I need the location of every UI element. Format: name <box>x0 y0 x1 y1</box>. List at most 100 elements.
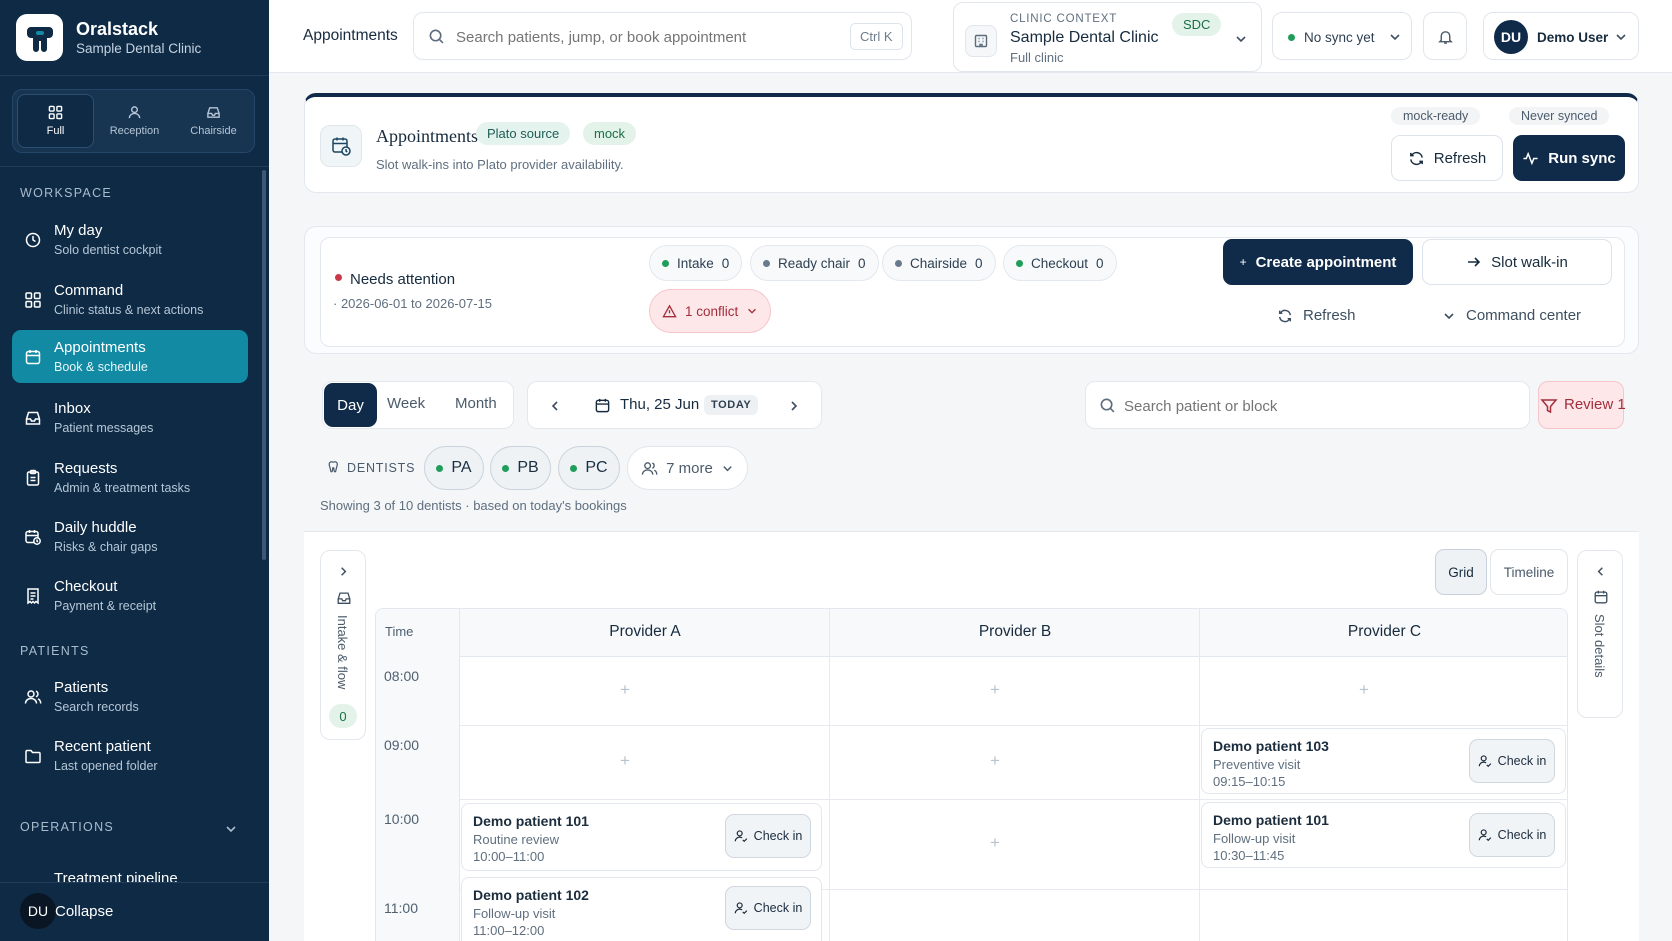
intake-flow-rail[interactable]: Intake & flow 0 <box>320 550 366 740</box>
clinic-context-selector[interactable]: CLINIC CONTEXT Sample Dental Clinic Full… <box>953 2 1262 72</box>
user-menu[interactable]: DU Demo User <box>1483 12 1639 60</box>
sidebar-item-checkout[interactable]: Checkout Payment & receipt <box>12 569 248 622</box>
appointment-patient: Demo patient 102 <box>473 887 589 903</box>
review-filter-button[interactable]: Review 1 <box>1538 381 1626 429</box>
view-day[interactable]: Day <box>324 383 377 427</box>
conflict-chip[interactable]: 1 conflict <box>649 289 772 333</box>
mode-chairside-label: Chairside <box>190 125 237 137</box>
appointment-card[interactable]: Demo patient 101 Routine review 10:00–11… <box>461 803 822 871</box>
needs-attention-panel: Needs attention · 2026-06-01 to 2026-07-… <box>304 226 1639 354</box>
mode-reception[interactable]: Reception <box>96 94 173 148</box>
dentist-chip-pc[interactable]: PC <box>558 446 620 490</box>
sidebar-item-title: My day <box>54 222 103 239</box>
calendar-search-input[interactable] <box>1124 394 1504 418</box>
slot-details-rail[interactable]: Slot details <box>1577 550 1623 718</box>
check-in-button[interactable]: Check in <box>725 814 811 858</box>
sidebar-item-patients[interactable]: Patients Search records <box>12 670 248 723</box>
command-center-toggle[interactable]: Command center <box>1442 307 1581 324</box>
stage-chip-intake[interactable]: Intake 0 <box>649 245 743 281</box>
users-icon <box>641 461 658 475</box>
chevron-right-icon[interactable] <box>787 399 801 413</box>
sidebar-item-requests[interactable]: Requests Admin & treatment tasks <box>12 451 248 504</box>
avatar[interactable]: DU <box>20 893 56 929</box>
run-sync-button[interactable]: Run sync <box>1513 135 1625 181</box>
stage-count: 0 <box>975 255 983 271</box>
global-search[interactable]: Ctrl K <box>413 12 912 60</box>
warning-icon <box>662 304 677 317</box>
collapse-button[interactable]: Collapse <box>55 903 113 920</box>
attention-refresh-button[interactable]: Refresh <box>1277 307 1356 324</box>
global-search-input[interactable] <box>456 25 836 49</box>
notifications-button[interactable] <box>1423 12 1467 60</box>
user-icon <box>128 106 141 119</box>
time-slot-label: 10:00 <box>384 811 420 827</box>
add-slot-icon[interactable]: + <box>620 680 630 700</box>
header-subtitle: Slot walk-ins into Plato provider availa… <box>376 157 624 172</box>
view-week[interactable]: Week <box>387 395 425 412</box>
sidebar-item-title: Checkout <box>54 578 118 595</box>
create-label: Create appointment <box>1255 253 1397 271</box>
add-slot-icon[interactable]: + <box>990 751 1000 771</box>
appointment-type: Follow-up visit <box>473 906 556 921</box>
section-operations[interactable]: OPERATIONS <box>20 820 114 834</box>
stage-chip-chairside[interactable]: Chairside 0 <box>882 245 996 281</box>
chevron-down-icon[interactable] <box>224 822 238 836</box>
sidebar-item-recent-patient[interactable]: Recent patient Last opened folder <box>12 729 248 782</box>
more-dentists-dropdown[interactable]: 7 more <box>627 446 748 490</box>
appointment-card[interactable]: Demo patient 101 Follow-up visit 10:30–1… <box>1201 802 1566 868</box>
stage-label: Checkout <box>1031 255 1089 271</box>
user-check-icon <box>1478 755 1491 768</box>
mock-badge: mock <box>583 122 637 145</box>
sidebar-item-daily-huddle[interactable]: Daily huddle Risks & chair gaps <box>12 510 248 563</box>
check-in-button[interactable]: Check in <box>1469 813 1555 857</box>
check-in-label: Check in <box>1497 754 1547 768</box>
slot-walkin-button[interactable]: Slot walk-in <box>1422 239 1612 285</box>
dentist-initials: PC <box>585 459 608 476</box>
appointment-time: 10:30–11:45 <box>1213 848 1285 863</box>
refresh-icon <box>1409 151 1423 165</box>
add-slot-icon[interactable]: + <box>990 833 1000 853</box>
sidebar-item-inbox[interactable]: Inbox Patient messages <box>12 391 248 444</box>
mode-chairside[interactable]: Chairside <box>175 94 252 148</box>
calendar-search[interactable] <box>1085 381 1530 429</box>
clinic-name: Sample Dental Clinic <box>76 41 202 56</box>
inbox-icon <box>25 411 41 425</box>
dentist-chip-pa[interactable]: PA <box>424 446 484 490</box>
current-date[interactable]: Thu, 25 Jun <box>620 396 699 413</box>
chevron-down-icon <box>1616 34 1626 41</box>
context-badge: SDC <box>1172 13 1222 36</box>
add-slot-icon[interactable]: + <box>620 751 630 771</box>
date-navigator: Thu, 25 Jun TODAY <box>527 381 822 429</box>
sidebar-item-my-day[interactable]: My day Solo dentist cockpit <box>12 213 248 266</box>
appointment-card[interactable]: Demo patient 102 Follow-up visit 11:00–1… <box>461 877 822 941</box>
users-icon <box>24 690 42 704</box>
appointment-type: Routine review <box>473 832 559 847</box>
stage-count: 0 <box>858 255 866 271</box>
appointment-patient: Demo patient 103 <box>1213 738 1329 754</box>
attention-range: · 2026-06-01 to 2026-07-15 <box>333 296 493 311</box>
dentist-chip-pb[interactable]: PB <box>490 446 551 490</box>
add-slot-icon[interactable]: + <box>990 680 1000 700</box>
sidebar-item-appointments[interactable]: Appointments Book & schedule <box>12 330 248 383</box>
grid-view-toggle[interactable]: Grid <box>1435 549 1487 595</box>
create-appointment-button[interactable]: + Create appointment <box>1223 239 1413 285</box>
sidebar-item-command[interactable]: Command Clinic status & next actions <box>12 273 248 326</box>
context-label: CLINIC CONTEXT <box>1010 13 1118 25</box>
stage-chip-checkout[interactable]: Checkout 0 <box>1003 245 1117 281</box>
sync-status-dropdown[interactable]: No sync yet <box>1272 12 1412 60</box>
chevron-left-icon[interactable] <box>548 399 562 413</box>
refresh-button[interactable]: Refresh <box>1391 135 1503 181</box>
check-in-button[interactable]: Check in <box>725 886 811 930</box>
timeline-view-toggle[interactable]: Timeline <box>1490 549 1568 595</box>
stage-chip-ready-chair[interactable]: Ready chair 0 <box>750 245 879 281</box>
today-button[interactable]: TODAY <box>704 395 759 415</box>
add-slot-icon[interactable]: + <box>1359 680 1369 700</box>
grid-icon <box>48 105 63 120</box>
mode-full[interactable]: Full <box>17 94 94 148</box>
activity-icon <box>1523 151 1538 165</box>
appointment-card[interactable]: Demo patient 103 Preventive visit 09:15–… <box>1201 728 1566 794</box>
sidebar-scrollbar[interactable] <box>262 170 266 560</box>
check-in-button[interactable]: Check in <box>1469 739 1555 783</box>
view-month[interactable]: Month <box>455 395 497 412</box>
sidebar-item-sub: Search records <box>54 700 139 714</box>
